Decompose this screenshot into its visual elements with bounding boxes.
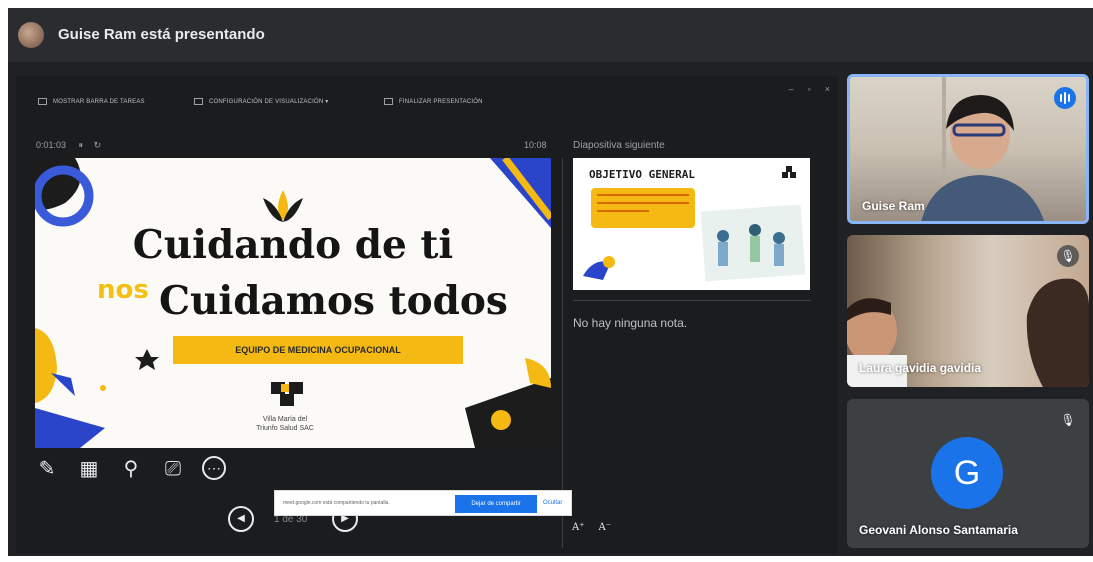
show-taskbar-label: MOSTRAR BARRA DE TAREAS (53, 99, 145, 106)
slide-organization: Villa María del Triunfo Salud SAC (256, 416, 314, 432)
next-slide-preview[interactable]: OBJETIVO GENERAL (573, 158, 810, 290)
participant-name: Geovani Alonso Santamaria (859, 523, 1018, 537)
settings-icon (194, 98, 203, 105)
mic-off-icon: 🎙 (1057, 245, 1079, 267)
reset-timer-icon[interactable]: ↻ (94, 140, 102, 150)
window-controls: – ▫ × (775, 84, 830, 94)
next-slide-label: Diapositiva siguiente (573, 140, 665, 151)
font-decrease-button[interactable]: A⁻ (599, 522, 612, 533)
minimize-icon[interactable]: – (789, 84, 794, 94)
display-settings-label: CONFIGURACIÓN DE VISUALIZACIÓN ▾ (209, 99, 329, 106)
elapsed-time: 0:01:03 (36, 140, 67, 150)
participant-tile-guise[interactable]: Guise Ram (847, 74, 1089, 224)
more-options-icon[interactable]: ⋯ (202, 456, 226, 480)
screen-share-banner: meet.google.com está compartiendo tu pan… (274, 490, 572, 516)
font-size-controls: A⁺ A⁻ (572, 522, 625, 533)
slide-banner: EQUIPO DE MEDICINA OCUPACIONAL (173, 336, 463, 364)
current-slide: Cuidando de ti nos Cuidamos todos EQUIPO… (35, 158, 551, 448)
next-slide-illustration (583, 166, 806, 282)
share-banner-text: meet.google.com está compartiendo tu pan… (283, 500, 390, 506)
previous-slide-button[interactable]: ◀ (228, 506, 254, 532)
restore-icon[interactable]: ▫ (808, 84, 811, 94)
participant-name: Guise Ram (862, 199, 925, 213)
slide-heading-nos: nos (97, 275, 149, 305)
zoom-icon[interactable]: ⚲ (118, 456, 144, 482)
show-taskbar-button[interactable]: MOSTRAR BARRA DE TAREAS (38, 98, 145, 105)
pen-tool-icon[interactable]: ✎ (34, 456, 60, 482)
screen-icon[interactable]: ⎚ (160, 456, 186, 482)
font-increase-button[interactable]: A⁺ (572, 522, 585, 533)
participant-tile-laura[interactable]: 🎙 Laura gavidia gavidia (847, 235, 1089, 387)
pause-icon[interactable]: ⏸ (79, 140, 84, 150)
display-settings-button[interactable]: CONFIGURACIÓN DE VISUALIZACIÓN ▾ (194, 98, 328, 105)
presenter-title: Guise Ram está presentando (58, 26, 265, 43)
participant-tile-geovani[interactable]: 🎙 G Geovani Alonso Santamaria (847, 399, 1089, 548)
slide-heading-line2: Cuidamos todos (159, 278, 508, 324)
presentation-timer: 0:01:03 ⏸ ↻ (36, 140, 101, 151)
stop-sharing-button[interactable]: Dejar de compartir (455, 495, 537, 513)
mic-off-icon: 🎙 (1057, 409, 1079, 431)
end-presentation-label: FINALIZAR PRESENTACIÓN (399, 99, 483, 106)
close-icon[interactable]: × (825, 84, 830, 94)
clock: 10:08 (524, 140, 547, 150)
grid-view-icon[interactable]: ▦ (76, 456, 102, 482)
speaker-notes: No hay ninguna nota. (573, 316, 688, 330)
participant-name: Laura gavidia gavidia (859, 361, 982, 375)
hide-banner-button[interactable]: Ocultar (543, 500, 562, 506)
end-presentation-icon (384, 98, 393, 105)
avatar: G (931, 437, 1003, 509)
speaking-indicator-icon (1054, 87, 1076, 109)
notes-divider (573, 300, 811, 301)
meet-window: Guise Ram está presentando MOSTRAR BARRA… (8, 8, 1093, 556)
top-bar: Guise Ram está presentando (8, 8, 1093, 62)
slide-heading-line1: Cuidando de ti (132, 222, 454, 268)
end-presentation-button[interactable]: FINALIZAR PRESENTACIÓN (384, 98, 483, 105)
presentation-panel: MOSTRAR BARRA DE TAREAS CONFIGURACIÓN DE… (16, 76, 838, 554)
presenter-avatar (18, 22, 44, 48)
screenshot-root: Guise Ram está presentando MOSTRAR BARRA… (0, 0, 1093, 562)
taskbar-icon (38, 98, 47, 105)
